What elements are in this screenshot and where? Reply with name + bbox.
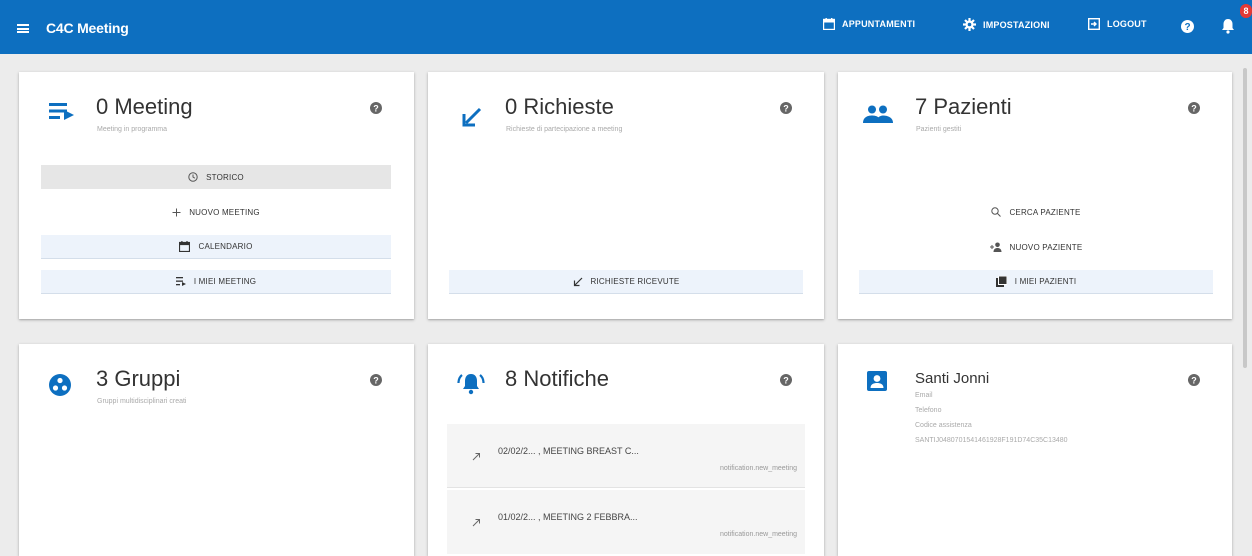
notifications-bell-icon[interactable] [1221, 18, 1235, 34]
bell-ringing-icon [457, 374, 485, 395]
gruppi-count-title: 3 Gruppi [96, 366, 181, 391]
playlist-play-icon [49, 103, 74, 120]
profile-cf-label: Codice assistenza [915, 422, 972, 429]
calendario-label: CALENDARIO [198, 242, 253, 251]
richieste-count-title: 0 Richieste [505, 94, 614, 119]
svg-text:?: ? [783, 103, 789, 113]
nuovo-meeting-button[interactable]: NUOVO MEETING [41, 200, 391, 224]
history-icon [188, 172, 198, 182]
help-icon[interactable]: ? [1181, 20, 1194, 33]
nuovo-meeting-label: NUOVO MEETING [189, 207, 260, 217]
notification-type: notification.new_meeting [719, 465, 797, 472]
arrow-down-left-icon [462, 107, 482, 127]
notification-text: 01/02/2... , MEETING 2 FEBBRA... [498, 512, 638, 522]
profile-card: Santi Jonni Email Telefono Codice assist… [838, 344, 1232, 556]
pazienti-card: 7 Pazienti Pazienti gestiti ? CERCA PAZI… [838, 72, 1232, 319]
meeting-card: 0 Meeting Meeting in programma ? STORICO… [19, 72, 414, 319]
help-icon[interactable]: ? [780, 374, 792, 386]
nuovo-paziente-label: NUOVO PAZIENTE [1009, 242, 1083, 252]
calendar-icon [179, 241, 191, 252]
pazienti-count-title: 7 Pazienti [915, 94, 1012, 119]
svg-text:?: ? [1184, 22, 1190, 33]
notification-text: 02/02/2... , MEETING BREAST C... [498, 446, 639, 456]
i-miei-pazienti-label: I MIEI PAZIENTI [1014, 277, 1077, 286]
top-app-bar: C4C Meeting APPUNTAMENTI IMPOSTAZIONI LO… [0, 0, 1252, 54]
nav-logout-label: LOGOUT [1107, 19, 1147, 29]
calendario-button[interactable]: CALENDARIO [41, 235, 391, 259]
svg-text:?: ? [1191, 375, 1197, 385]
notification-item[interactable]: 01/02/2... , MEETING 2 FEBBRA... notific… [447, 490, 805, 554]
help-icon[interactable]: ? [780, 102, 792, 114]
help-icon[interactable]: ? [1188, 102, 1200, 114]
richieste-ricevute-label: RICHIESTE RICEVUTE [590, 277, 680, 286]
pazienti-subtitle: Pazienti gestiti [916, 126, 962, 133]
nav-appuntamenti[interactable]: APPUNTAMENTI [823, 18, 915, 30]
library-books-icon [995, 276, 1007, 287]
storico-button[interactable]: STORICO [41, 165, 391, 189]
svg-text:?: ? [783, 375, 789, 385]
notification-type: notification.new_meeting [719, 531, 797, 538]
people-icon [863, 105, 893, 123]
help-icon[interactable]: ? [370, 102, 382, 114]
gear-icon [963, 18, 976, 31]
i-miei-pazienti-button[interactable]: I MIEI PAZIENTI [859, 270, 1213, 294]
arrow-up-right-icon [472, 519, 480, 527]
meeting-count-title: 0 Meeting [96, 94, 193, 119]
gruppi-card: 3 Gruppi Gruppi multidisciplinari creati… [19, 344, 414, 556]
i-miei-meeting-button[interactable]: I MIEI MEETING [41, 270, 391, 294]
profile-email-label: Email [915, 392, 933, 399]
app-title[interactable]: C4C Meeting [46, 20, 129, 36]
svg-text:?: ? [1191, 103, 1197, 113]
i-miei-meeting-label: I MIEI MEETING [193, 277, 257, 286]
notifiche-card: 8 Notifiche ? 02/02/2... , MEETING BREAS… [428, 344, 824, 556]
richieste-ricevute-button[interactable]: RICHIESTE RICEVUTE [449, 270, 803, 294]
help-icon[interactable]: ? [1188, 374, 1200, 386]
notifications-badge: 8 [1240, 4, 1252, 18]
add-person-icon [989, 242, 1002, 252]
profile-phone-label: Telefono [915, 407, 942, 414]
page-scrollbar[interactable] [1243, 68, 1247, 368]
cerca-paziente-button[interactable]: CERCA PAZIENTE [859, 200, 1213, 224]
svg-text:?: ? [373, 103, 379, 113]
svg-text:?: ? [373, 375, 379, 385]
richieste-card: 0 Richieste Richieste di partecipazione … [428, 72, 824, 319]
account-box-icon [867, 371, 887, 391]
meeting-subtitle: Meeting in programma [97, 126, 168, 133]
profile-cf-value: SANTIJ0480701541461928F191D74C35C13480 [915, 437, 1068, 444]
profile-name: Santi Jonni [915, 370, 990, 387]
nav-logout[interactable]: LOGOUT [1088, 18, 1147, 30]
nav-appuntamenti-label: APPUNTAMENTI [842, 19, 916, 29]
menu-icon[interactable] [17, 24, 29, 33]
notification-item[interactable]: 02/02/2... , MEETING BREAST C... notific… [447, 424, 805, 488]
nav-impostazioni-label: IMPOSTAZIONI [983, 19, 1050, 30]
help-icon[interactable]: ? [370, 374, 382, 386]
nuovo-paziente-button[interactable]: NUOVO PAZIENTE [859, 235, 1213, 259]
list-play-icon [175, 277, 186, 286]
richieste-subtitle: Richieste di partecipazione a meeting [506, 126, 623, 133]
cerca-paziente-label: CERCA PAZIENTE [1009, 207, 1081, 217]
arrow-up-right-icon [472, 453, 480, 461]
notifiche-count-title: 8 Notifiche [505, 366, 609, 391]
storico-label: STORICO [206, 172, 244, 182]
exit-icon [1088, 18, 1100, 30]
nav-impostazioni[interactable]: IMPOSTAZIONI [963, 18, 1050, 31]
plus-icon [172, 208, 181, 216]
calendar-icon [823, 18, 835, 30]
search-icon [991, 207, 1002, 217]
arrow-down-left-icon [573, 277, 582, 286]
group-work-icon [49, 374, 71, 396]
gruppi-subtitle: Gruppi multidisciplinari creati [97, 398, 187, 405]
